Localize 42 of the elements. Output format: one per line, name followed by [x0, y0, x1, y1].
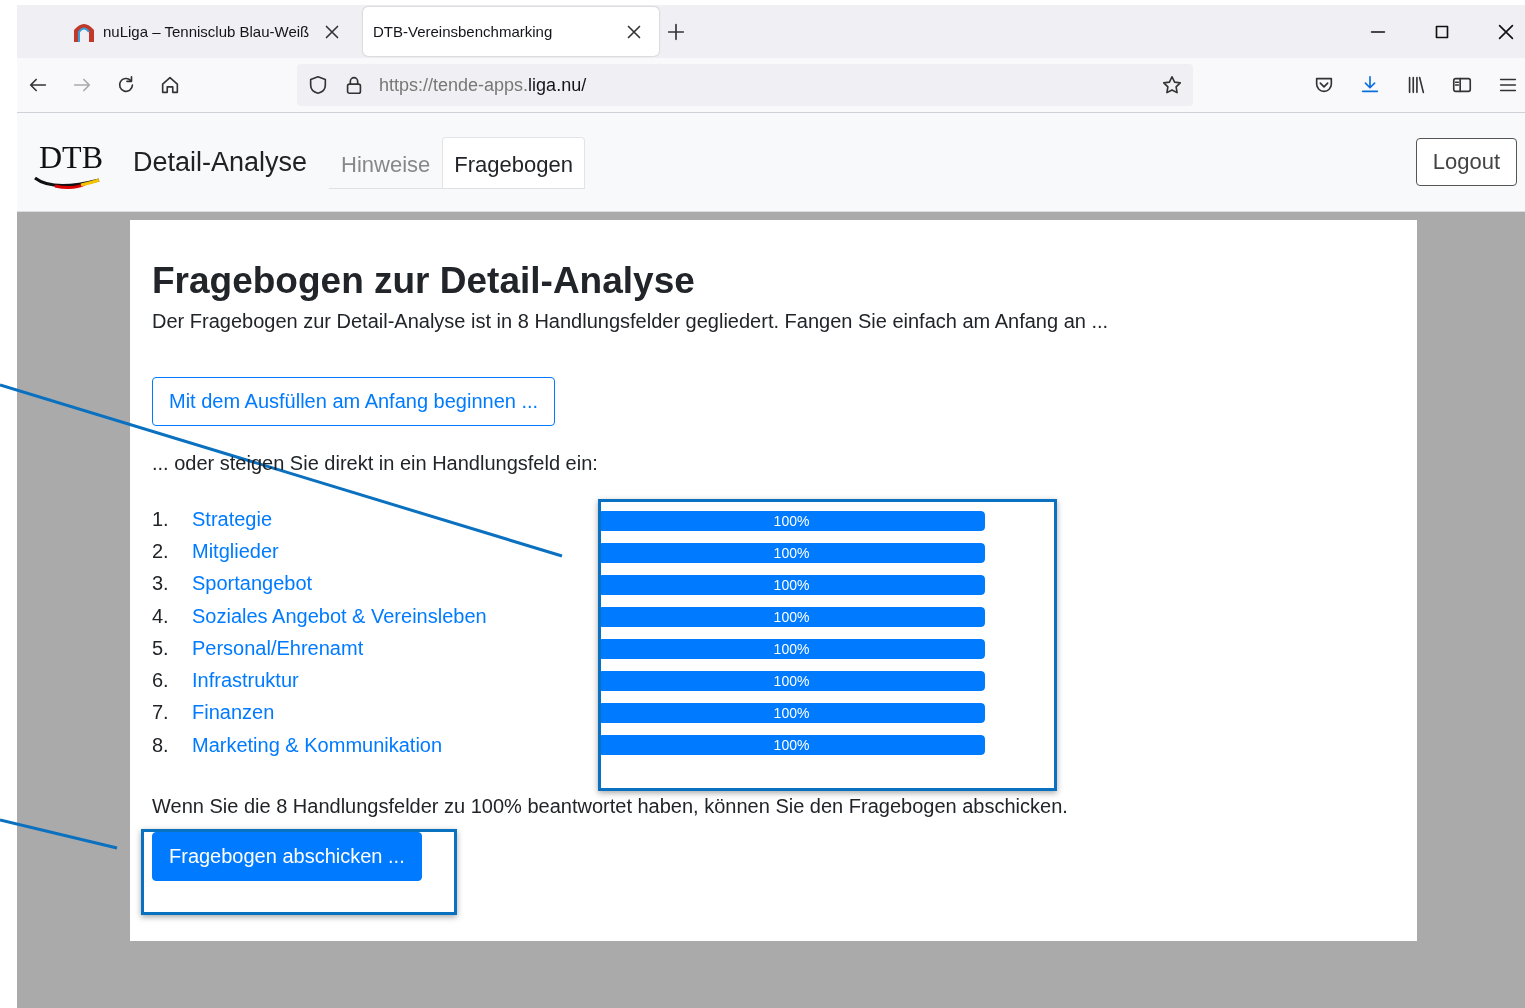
- progress-label: 100%: [773, 641, 810, 657]
- field-link[interactable]: Strategie: [192, 507, 273, 531]
- field-link[interactable]: Soziales Angebot & Vereinsleben: [192, 604, 487, 628]
- list-number: 3.: [152, 572, 170, 596]
- progress-label: 100%: [773, 705, 810, 721]
- nav-tab[interactable]: Fragebogen: [442, 137, 585, 188]
- star-icon[interactable]: [1161, 74, 1183, 96]
- field-link[interactable]: Sportangebot: [192, 572, 313, 596]
- note-text: Wenn Sie die 8 Handlungsfelder zu 100% beantwortet haben, können Sie den Fragebogen abschicken.: [152, 795, 1069, 819]
- list-number: 5.: [152, 636, 170, 660]
- home-icon[interactable]: [159, 74, 181, 96]
- list-number: 1.: [152, 507, 170, 531]
- progress-label: 100%: [773, 609, 810, 625]
- list-number: 4.: [152, 604, 170, 628]
- logo: DTB: [33, 130, 109, 194]
- progress-label: 100%: [773, 577, 810, 593]
- address-bar[interactable]: https://tende-apps.liga.nu/: [297, 64, 1193, 106]
- list-number: 7.: [152, 701, 170, 725]
- progress-label: 100%: [773, 545, 810, 561]
- field-link[interactable]: Mitglieder: [192, 539, 279, 563]
- field-link[interactable]: Personal/Ehrenamt: [192, 636, 364, 660]
- url-text: https://tende-apps.liga.nu/: [379, 74, 588, 96]
- field-link[interactable]: Finanzen: [192, 701, 275, 725]
- list-number: 8.: [152, 733, 170, 757]
- progress-label: 100%: [773, 513, 810, 529]
- browser-tab[interactable]: DTB-Vereinsbenchmarking: [363, 7, 659, 56]
- app-title: Detail-Analyse: [133, 146, 308, 178]
- intro-text: Der Fragebogen zur Detail-Analyse ist in 8 Handlungsfelder gegliedert. Fangen Sie einfach am Anfang an ...: [152, 310, 1110, 333]
- nav-tab[interactable]: Hinweise: [329, 137, 443, 188]
- submit-button[interactable]: Fragebogen abschicken ...: [152, 832, 422, 882]
- shield-icon[interactable]: [307, 74, 329, 96]
- list-number: 6.: [152, 669, 170, 693]
- progress-label: 100%: [773, 737, 810, 753]
- logout-button[interactable]: Logout: [1415, 138, 1517, 186]
- browser-tab[interactable]: nuLiga – Tennisclub Blau-Weiß: [67, 7, 357, 56]
- progress-label: 100%: [773, 673, 810, 689]
- field-link[interactable]: Marketing & Kommunikation: [192, 733, 443, 757]
- list-number: 2.: [152, 539, 170, 563]
- start-button[interactable]: Mit dem Ausfüllen am Anfang beginnen ...: [152, 377, 556, 426]
- page-heading: Fragebogen zur Detail-Analyse: [152, 260, 696, 302]
- field-link[interactable]: Infrastruktur: [192, 669, 299, 693]
- arch-icon: [73, 21, 95, 42]
